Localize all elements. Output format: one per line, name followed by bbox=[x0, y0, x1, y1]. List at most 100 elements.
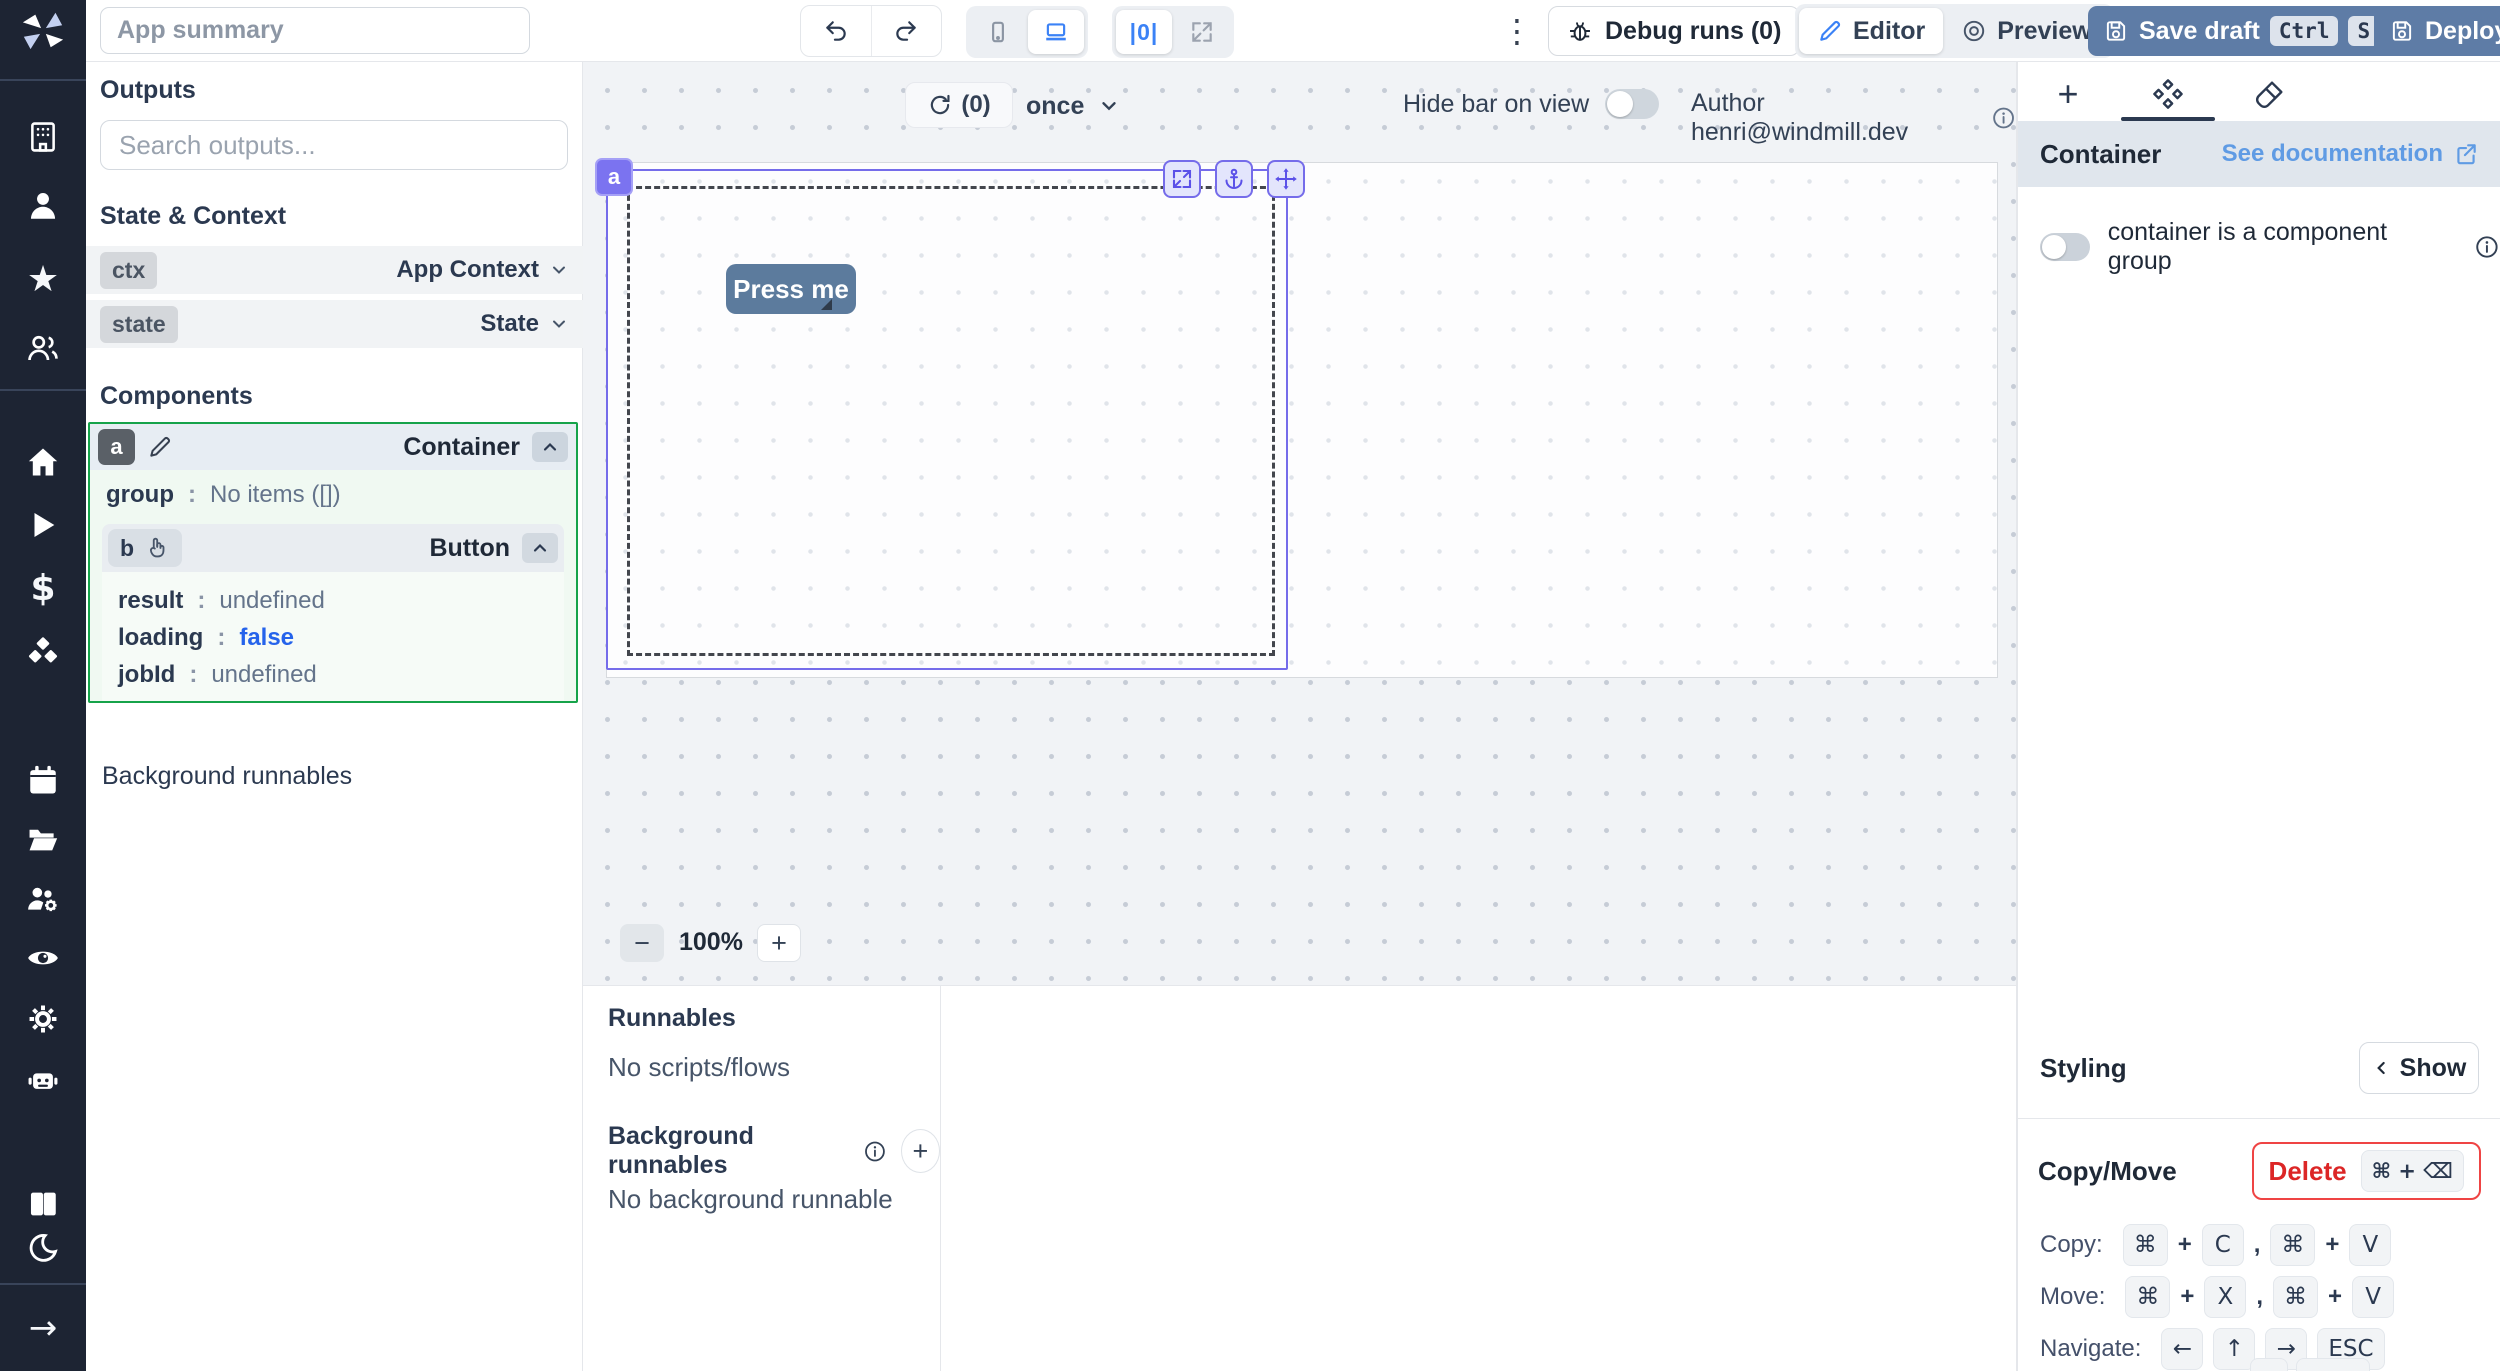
deploy-label: Deploy bbox=[2425, 17, 2500, 46]
sidebar-item-home[interactable] bbox=[0, 440, 86, 484]
sidebar-item-resources[interactable] bbox=[0, 630, 86, 674]
delete-shortcut-keycap: ⌘ + ⌫ bbox=[2361, 1150, 2464, 1192]
button-id-badge: b bbox=[120, 535, 134, 562]
button-collapse-button[interactable] bbox=[522, 533, 558, 563]
add-background-runnable-button[interactable]: + bbox=[901, 1129, 940, 1173]
c-keycap: C bbox=[2202, 1224, 2244, 1266]
button-component-tree: b Button result:undefined loading:false … bbox=[102, 524, 564, 703]
see-documentation-link[interactable]: See documentation bbox=[2222, 140, 2479, 168]
arrow-left-keycap: ← bbox=[2161, 1328, 2203, 1370]
zoom-out-button[interactable]: − bbox=[620, 924, 664, 962]
resize-handle-icon[interactable] bbox=[821, 299, 832, 310]
editor-tab[interactable]: Editor bbox=[1799, 8, 1943, 54]
show-styling-button[interactable]: Show bbox=[2359, 1042, 2479, 1094]
search-outputs-input[interactable] bbox=[100, 120, 568, 170]
v-keycap: V bbox=[2349, 1224, 2391, 1266]
debug-runs-label: Debug runs (0) bbox=[1605, 17, 1781, 46]
expand-handle[interactable] bbox=[1163, 160, 1201, 198]
sidebar-item-user[interactable] bbox=[0, 184, 86, 228]
sidebar-item-folders[interactable] bbox=[0, 817, 86, 861]
clipped-keycap bbox=[2250, 1358, 2288, 1371]
users-settings-icon bbox=[26, 882, 60, 916]
container-id-badge: a bbox=[98, 429, 135, 465]
tab-insert-component[interactable]: + bbox=[2033, 72, 2103, 116]
sidebar-item-variables[interactable]: $ bbox=[0, 566, 86, 610]
desktop-icon bbox=[1043, 19, 1069, 45]
sidebar-item-schedules[interactable] bbox=[0, 758, 86, 802]
hide-bar-label: Hide bar on view bbox=[1403, 90, 1589, 119]
editor-label: Editor bbox=[1853, 17, 1925, 46]
sidebar-collapse-toggle[interactable]: → bbox=[0, 1306, 86, 1350]
ctx-row[interactable]: ctx App Context bbox=[86, 246, 583, 294]
info-icon[interactable] bbox=[2474, 234, 2500, 260]
undo-button[interactable] bbox=[801, 6, 872, 56]
info-icon[interactable] bbox=[1991, 105, 2016, 131]
refresh-button[interactable]: (0) bbox=[905, 82, 1013, 128]
preview-label: Preview bbox=[1997, 17, 2092, 46]
tab-styling[interactable] bbox=[2235, 72, 2305, 116]
sidebar-item-audit[interactable] bbox=[0, 936, 86, 980]
debug-runs-button[interactable]: Debug runs (0) bbox=[1548, 6, 1800, 56]
save-draft-label: Save draft bbox=[2139, 17, 2260, 46]
user-group-icon bbox=[26, 331, 60, 365]
mobile-view-button[interactable] bbox=[970, 10, 1026, 54]
clipped-keycap bbox=[2296, 1358, 2370, 1371]
sidebar-item-favorites[interactable]: ★ bbox=[0, 257, 86, 301]
deploy-button[interactable]: Deploy bbox=[2374, 6, 2500, 56]
save-icon bbox=[2103, 18, 2129, 44]
mobile-icon bbox=[985, 19, 1011, 45]
expand-icon bbox=[1189, 19, 1215, 45]
sidebar-item-workers[interactable] bbox=[0, 877, 86, 921]
container-collapse-button[interactable] bbox=[532, 432, 568, 462]
component-group-label: container is a component group bbox=[2108, 218, 2456, 276]
sidebar-item-assistant[interactable] bbox=[0, 1057, 86, 1101]
desktop-view-button[interactable] bbox=[1028, 10, 1084, 54]
state-row[interactable]: state State bbox=[86, 300, 583, 348]
robot-icon bbox=[26, 1062, 60, 1096]
component-group-toggle[interactable] bbox=[2040, 233, 2090, 261]
container-drop-zone[interactable] bbox=[627, 186, 1275, 656]
move-shortcut-row: Move: ⌘ + X , ⌘ + V bbox=[2040, 1276, 2394, 1318]
preview-tab[interactable]: Preview bbox=[1943, 8, 2110, 54]
sidebar-item-docs[interactable] bbox=[0, 1182, 86, 1226]
refresh-count: (0) bbox=[961, 91, 990, 119]
sidebar-item-settings[interactable] bbox=[0, 997, 86, 1041]
more-menu-button[interactable]: ⋮ bbox=[1501, 13, 1533, 49]
rail-divider-top bbox=[0, 79, 86, 81]
redo-button[interactable] bbox=[872, 6, 942, 56]
container-group-row: group:No items ([]) bbox=[90, 470, 576, 520]
move-handle[interactable] bbox=[1267, 160, 1305, 198]
save-draft-button[interactable]: Save draft Ctrl S bbox=[2088, 6, 2394, 56]
eye-icon bbox=[26, 941, 60, 975]
component-header-bar: Container See documentation bbox=[2018, 121, 2500, 187]
button-id-pill: b bbox=[108, 529, 182, 567]
anchor-handle[interactable] bbox=[1215, 160, 1253, 198]
info-icon[interactable] bbox=[863, 1138, 887, 1165]
zoom-in-button[interactable]: + bbox=[757, 924, 801, 962]
device-toggle-group bbox=[966, 6, 1088, 58]
runnables-title: Runnables bbox=[608, 1004, 736, 1033]
button-header-row[interactable]: b Button bbox=[102, 524, 564, 572]
deploy-icon bbox=[2389, 18, 2415, 44]
star-icon: ★ bbox=[27, 259, 59, 300]
hide-bar-toggle[interactable] bbox=[1605, 89, 1659, 119]
sidebar-item-theme[interactable] bbox=[0, 1226, 86, 1270]
center-layout-button[interactable]: |0| bbox=[1116, 10, 1172, 54]
cubes-icon bbox=[26, 635, 60, 669]
author-group: Author henri@windmill.dev bbox=[1691, 89, 2016, 147]
tab-component-settings[interactable] bbox=[2133, 72, 2203, 116]
sidebar-item-groups[interactable] bbox=[0, 326, 86, 370]
container-header-row[interactable]: a Container bbox=[90, 424, 576, 470]
app-summary-input[interactable] bbox=[100, 7, 530, 54]
refresh-mode-dropdown[interactable]: once bbox=[1026, 88, 1120, 124]
full-width-layout-button[interactable] bbox=[1174, 10, 1230, 54]
button-type-label: Button bbox=[429, 534, 510, 563]
x-keycap: X bbox=[2204, 1276, 2246, 1318]
sidebar-item-runs[interactable] bbox=[0, 503, 86, 547]
copy-move-section-header: Copy/Move Delete ⌘ + ⌫ bbox=[2018, 1142, 2500, 1200]
press-me-button[interactable]: Press me bbox=[726, 264, 856, 314]
sidebar-item-workspace[interactable] bbox=[0, 115, 86, 159]
pencil-icon[interactable] bbox=[147, 434, 173, 460]
windmill-logo[interactable] bbox=[0, 8, 86, 52]
delete-component-button[interactable]: Delete ⌘ + ⌫ bbox=[2252, 1142, 2481, 1200]
